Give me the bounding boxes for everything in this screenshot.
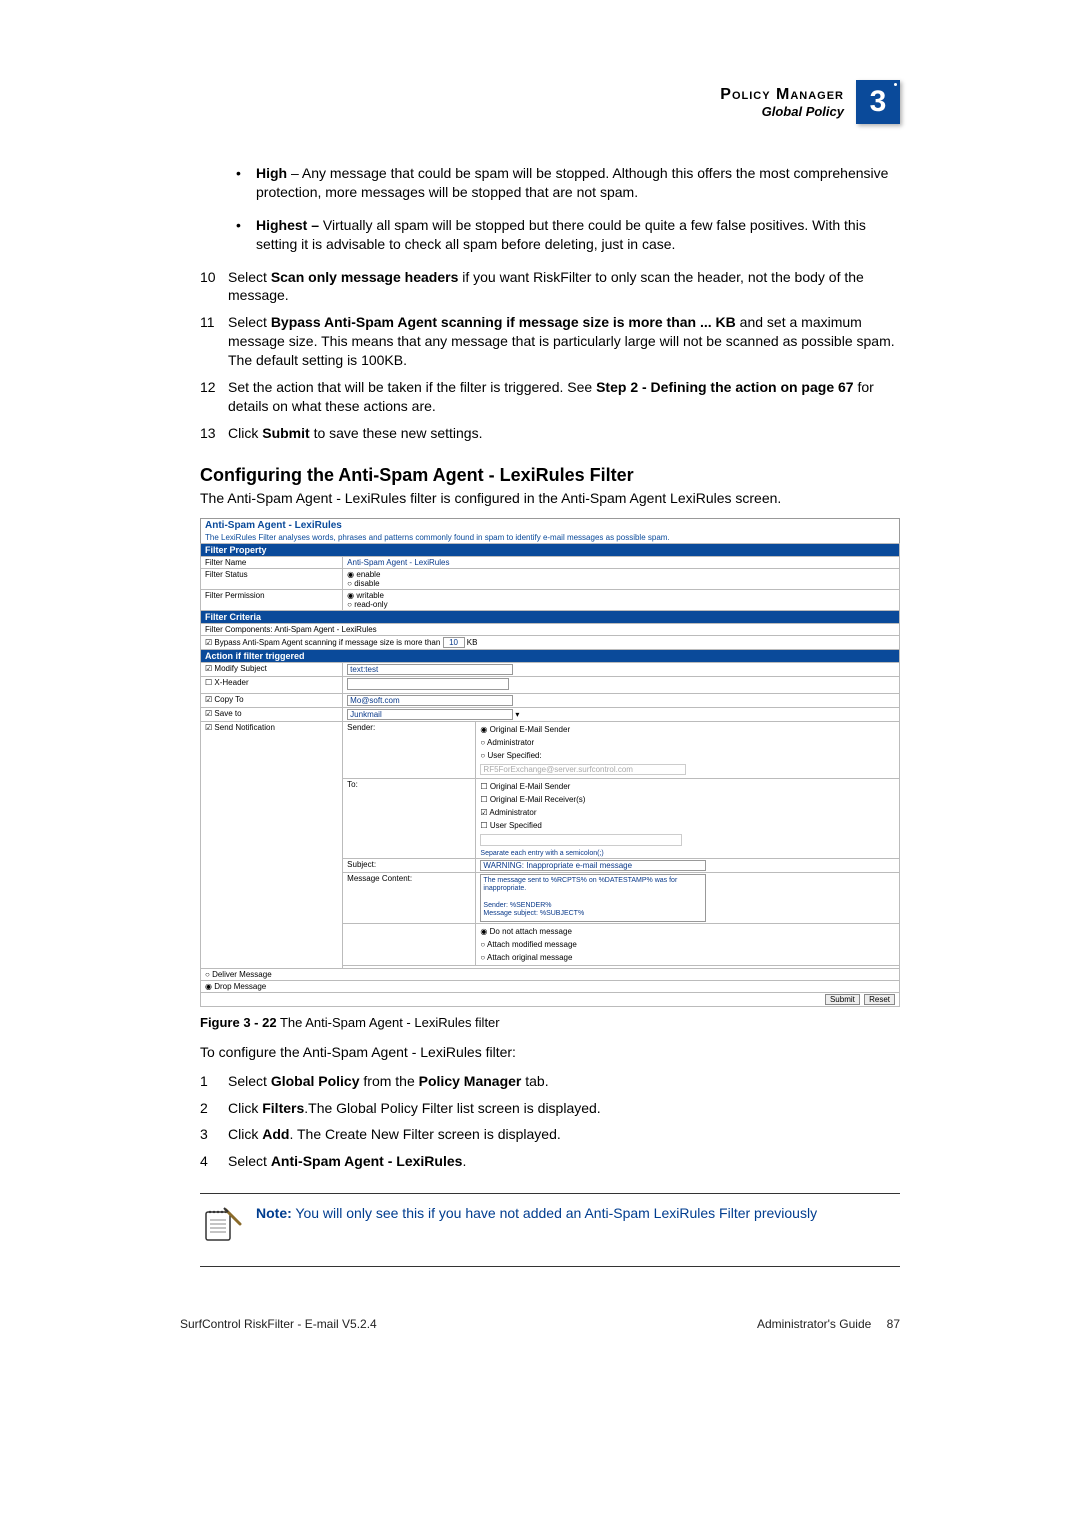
ss-reset-button[interactable]: Reset (864, 994, 895, 1005)
ss-subject-input[interactable]: WARNING: Inappropriate e-mail message (480, 860, 706, 871)
ss-modify-subject-input[interactable]: text:test (347, 664, 513, 675)
ss-drop-radio[interactable]: ◉ (205, 982, 214, 991)
ss-submit-button[interactable]: Submit (825, 994, 860, 1005)
step-11: 11 Select Bypass Anti-Spam Agent scannin… (200, 313, 900, 370)
bullet-text: Virtually all spam will be stopped but t… (256, 217, 866, 252)
ss-sender-original-radio[interactable]: ◉ (480, 725, 489, 734)
ss-xheader-input[interactable] (347, 678, 509, 690)
step-10: 10 Select Scan only message headers if y… (200, 268, 900, 306)
ss-saveto-select[interactable]: Junkmail (347, 709, 513, 720)
ss-attach-none-radio[interactable]: ◉ (480, 927, 489, 936)
chapter-badge: 3 (856, 80, 900, 124)
page-footer: SurfControl RiskFilter - E-mail V5.2.4 A… (180, 1317, 900, 1331)
header-subtitle: Global Policy (720, 104, 844, 119)
footer-product: SurfControl RiskFilter - E-mail V5.2.4 (180, 1317, 377, 1331)
ss-msgcontent-textarea[interactable]: The message sent to %RCPTS% on %DATESTAM… (480, 874, 706, 922)
ss-separate-note: Separate each entry with a semicolon(;) (480, 850, 895, 857)
ss-xheader-checkbox[interactable]: ☐ (205, 678, 214, 687)
notepad-icon (200, 1204, 242, 1246)
ss-to-original-sender-checkbox[interactable]: ☐ (480, 782, 489, 791)
figure-caption: Figure 3 - 22 The Anti-Spam Agent - Lexi… (200, 1015, 900, 1030)
footer-page: 87 (887, 1317, 900, 1331)
bullet-highest: Highest – Virtually all spam will be sto… (236, 216, 900, 254)
ss-filter-perm-label: Filter Permission (201, 589, 343, 610)
ss-desc: The LexiRules Filter analyses words, phr… (201, 532, 900, 544)
section-heading: Configuring the Anti-Spam Agent - LexiRu… (200, 465, 900, 486)
footer-guide: Administrator's Guide (757, 1317, 871, 1331)
note-block: Note: You will only see this if you have… (200, 1193, 900, 1267)
bullet-text: – Any message that could be spam will be… (256, 165, 888, 200)
ss-modify-subject-checkbox[interactable]: ☑ (205, 664, 214, 673)
config-step-4: 4 Select Anti-Spam Agent - LexiRules. (200, 1152, 900, 1171)
ss-bypass-checkbox[interactable]: ☑ (205, 638, 214, 647)
ss-to-original-receiver-checkbox[interactable]: ☐ (480, 795, 489, 804)
config-step-3: 3 Click Add. The Create New Filter scree… (200, 1125, 900, 1144)
ss-criteria-components: Filter Components: Anti-Spam Agent - Lex… (201, 623, 900, 635)
ss-to-user-checkbox[interactable]: ☐ (480, 821, 489, 830)
config-step-1: 1 Select Global Policy from the Policy M… (200, 1072, 900, 1091)
ss-msgcontent-label: Message Content: (343, 872, 476, 923)
header-title: Policy Manager (720, 86, 844, 104)
step-number: 10 (200, 268, 228, 287)
ss-perm-writable-radio[interactable]: ◉ (347, 591, 356, 600)
page-header: Policy Manager Global Policy 3 (180, 80, 900, 124)
ss-send-notif-checkbox[interactable]: ☑ (205, 723, 214, 732)
ss-status-enable-radio[interactable]: ◉ (347, 570, 356, 579)
step-13: 13 Click Submit to save these new settin… (200, 424, 900, 443)
ss-bypass-value-input[interactable]: 10 (443, 637, 465, 648)
ss-sender-label: Sender: (343, 721, 476, 778)
config-intro: To configure the Anti-Spam Agent - LexiR… (200, 1044, 900, 1060)
config-steps: 1 Select Global Policy from the Policy M… (200, 1072, 900, 1172)
ss-subject-label: Subject: (343, 858, 476, 872)
ss-title: Anti-Spam Agent - LexiRules (201, 518, 900, 532)
note-label: Note: (256, 1205, 292, 1221)
ss-section-action: Action if filter triggered (201, 649, 900, 662)
bullet-list: High – Any message that could be spam wi… (236, 164, 900, 254)
ss-to-label: To: (343, 778, 476, 858)
chapter-number: 3 (870, 85, 887, 119)
ss-saveto-checkbox[interactable]: ☑ (205, 709, 214, 718)
ss-deliver-radio[interactable]: ○ (205, 970, 212, 979)
bullet-high: High – Any message that could be spam wi… (236, 164, 900, 202)
step-12: 12 Set the action that will be taken if … (200, 378, 900, 416)
bullet-lead: High (256, 165, 287, 181)
ss-section-criteria: Filter Criteria (201, 610, 900, 623)
ss-copyto-checkbox[interactable]: ☑ (205, 695, 214, 704)
ss-filter-name-input[interactable]: Anti-Spam Agent - LexiRules (347, 558, 449, 567)
ss-section-property: Filter Property (201, 543, 900, 556)
section-intro: The Anti-Spam Agent - LexiRules filter i… (200, 490, 900, 506)
step-number: 13 (200, 424, 228, 443)
ss-filter-status-label: Filter Status (201, 568, 343, 589)
bullet-lead: Highest – (256, 217, 319, 233)
figure-screenshot: Anti-Spam Agent - LexiRules The LexiRule… (200, 518, 900, 1007)
steps-continued: 10 Select Scan only message headers if y… (200, 268, 900, 443)
ss-copyto-input[interactable]: Mo@soft.com (347, 695, 513, 706)
ss-sender-user-input[interactable]: RF5ForExchange@server.surfcontrol.com (480, 764, 686, 775)
ss-filter-name-label: Filter Name (201, 556, 343, 568)
step-number: 12 (200, 378, 228, 397)
step-number: 11 (200, 313, 228, 332)
ss-to-user-input[interactable] (480, 834, 682, 846)
config-step-2: 2 Click Filters.The Global Policy Filter… (200, 1099, 900, 1118)
